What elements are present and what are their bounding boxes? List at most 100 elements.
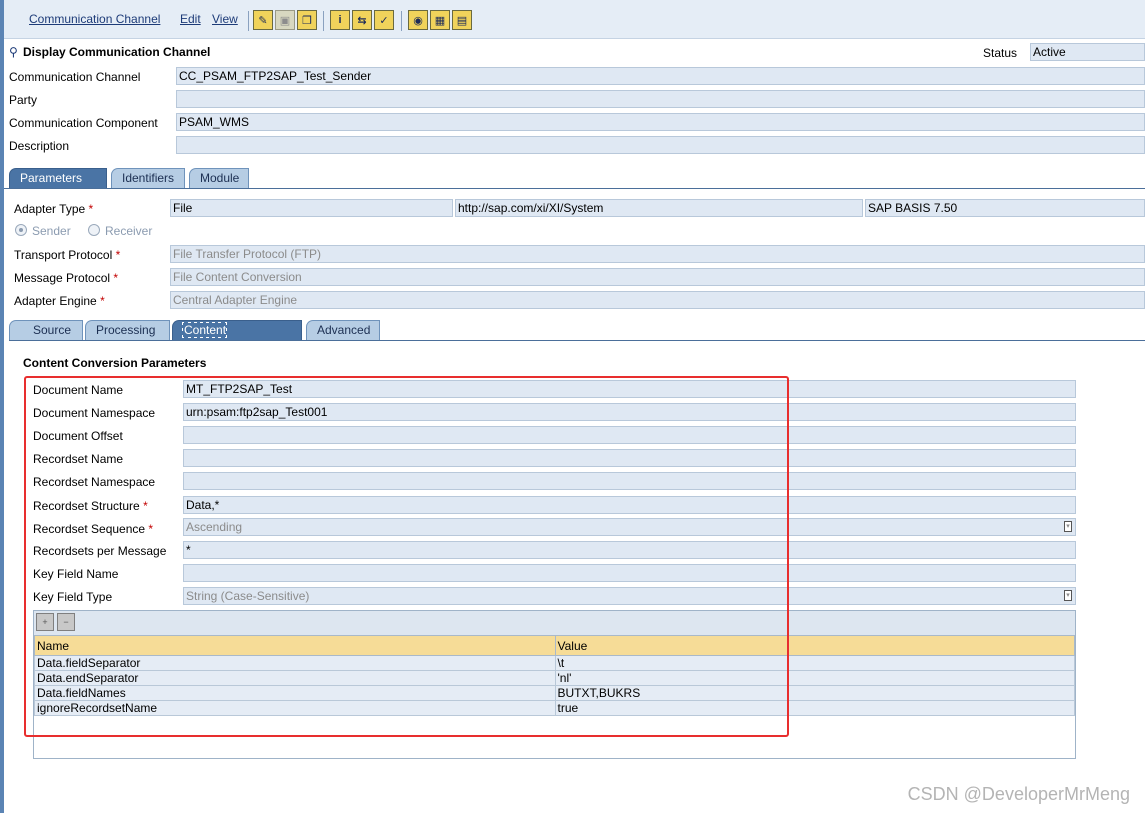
table-cell-name[interactable]: ignoreRecordsetName bbox=[34, 700, 556, 716]
key-field-type-label: Key Field Type bbox=[33, 590, 113, 604]
communication-component-field[interactable]: PSAM_WMS bbox=[176, 113, 1145, 131]
recordset-sequence-value: Ascending bbox=[186, 520, 243, 534]
recordset-structure-label-text: Recordset Structure bbox=[33, 499, 140, 513]
key-field-type-select[interactable]: String (Case-Sensitive) ▾ bbox=[183, 587, 1076, 605]
table-row[interactable]: Data.fieldNames BUTXT,BUKRS bbox=[34, 685, 1076, 701]
required-marker: * bbox=[148, 522, 154, 536]
delete-row-icon[interactable]: − bbox=[57, 613, 75, 631]
recordset-sequence-label-text: Recordset Sequence bbox=[33, 522, 146, 536]
adapter-engine-label-text: Adapter Engine bbox=[14, 294, 97, 308]
toolbar-separator bbox=[248, 11, 249, 31]
subtab-content-conversion[interactable]: Content Conversion bbox=[172, 320, 302, 357]
required-marker: * bbox=[113, 271, 119, 285]
table-cell-name[interactable]: Data.endSeparator bbox=[34, 670, 556, 686]
adapter-type-label-text: Adapter Type bbox=[14, 202, 86, 216]
required-marker: * bbox=[143, 499, 148, 513]
edit-pencil-icon[interactable]: ✎ bbox=[253, 10, 273, 30]
transport-protocol-field[interactable]: File Transfer Protocol (FTP) bbox=[170, 245, 1145, 263]
receiver-radio[interactable]: Receiver bbox=[88, 224, 152, 238]
recordset-name-field[interactable] bbox=[183, 449, 1076, 467]
history-icon[interactable]: ◉ bbox=[408, 10, 428, 30]
recordset-sequence-select[interactable]: Ascending ▾ bbox=[183, 518, 1076, 536]
column-header-name[interactable]: Name bbox=[34, 635, 556, 656]
required-marker: * bbox=[115, 248, 121, 262]
key-field-name-field[interactable] bbox=[183, 564, 1076, 582]
sender-radio-circle bbox=[15, 224, 27, 236]
key-field-type-value: String (Case-Sensitive) bbox=[186, 589, 310, 603]
table-row[interactable]: Data.fieldSeparator \t bbox=[34, 655, 1076, 671]
recordset-structure-field[interactable]: Data,* bbox=[183, 496, 1076, 514]
table-cell-value[interactable]: BUTXT,BUKRS bbox=[554, 685, 1076, 701]
tab-parameters[interactable]: Parameters bbox=[9, 168, 107, 188]
document-offset-field[interactable] bbox=[183, 426, 1076, 444]
adapter-type-label: Adapter Type * bbox=[14, 202, 93, 216]
message-protocol-label: Message Protocol * bbox=[14, 271, 118, 285]
tab-identifiers-label: Identifiers bbox=[122, 171, 175, 185]
channel-icon: ⚲ bbox=[9, 45, 18, 59]
table-cell-value[interactable]: true bbox=[554, 700, 1076, 716]
adapter-namespace-field[interactable]: http://sap.com/xi/XI/System bbox=[455, 199, 863, 217]
communication-channel-label: Communication Channel bbox=[9, 70, 141, 84]
page-title: ⚲ Display Communication Channel bbox=[9, 45, 210, 59]
subtab-advanced[interactable]: Advanced bbox=[306, 320, 380, 340]
save-icon[interactable]: ▣ bbox=[275, 10, 295, 30]
party-field[interactable] bbox=[176, 90, 1145, 108]
document-name-field[interactable]: MT_FTP2SAP_Test bbox=[183, 380, 1076, 398]
table-cell-name[interactable]: Data.fieldNames bbox=[34, 685, 556, 701]
subtabstrip-line bbox=[9, 340, 1145, 341]
sender-radio-label: Sender bbox=[32, 224, 71, 238]
subtab-source-label: Source bbox=[33, 323, 72, 337]
table-cell-value[interactable]: \t bbox=[554, 655, 1076, 671]
recordset-namespace-field[interactable] bbox=[183, 472, 1076, 490]
dropdown-icon[interactable]: ▾ bbox=[1064, 590, 1072, 601]
sender-radio[interactable]: Sender bbox=[15, 224, 71, 238]
status-field: Active bbox=[1030, 43, 1145, 61]
document-icon[interactable]: ▤ bbox=[452, 10, 472, 30]
where-used-icon[interactable]: ⇆ bbox=[352, 10, 372, 30]
adapter-release-field[interactable]: SAP BASIS 7.50 bbox=[865, 199, 1145, 217]
required-marker: * bbox=[100, 294, 105, 308]
menu-view[interactable]: View bbox=[212, 12, 238, 26]
tab-identifiers[interactable]: Identifiers bbox=[111, 168, 185, 188]
table-icon[interactable]: ▦ bbox=[430, 10, 450, 30]
recordset-sequence-label: Recordset Sequence * bbox=[33, 522, 153, 536]
info-icon[interactable]: i bbox=[330, 10, 350, 30]
tab-module[interactable]: Module bbox=[189, 168, 249, 188]
recordset-structure-label: Recordset Structure * bbox=[33, 499, 148, 513]
document-name-label: Document Name bbox=[33, 383, 124, 397]
table-toolbar: + − bbox=[34, 611, 1075, 635]
content-conversion-title: Content Conversion Parameters bbox=[23, 356, 207, 370]
menu-edit[interactable]: Edit bbox=[180, 12, 201, 26]
table-row[interactable]: ignoreRecordsetName true bbox=[34, 700, 1076, 716]
recordsets-per-message-field[interactable]: * bbox=[183, 541, 1076, 559]
copy-icon[interactable]: ❐ bbox=[297, 10, 317, 30]
message-protocol-label-text: Message Protocol bbox=[14, 271, 111, 285]
adapter-type-field[interactable]: File bbox=[170, 199, 453, 217]
column-header-value[interactable]: Value bbox=[554, 635, 1076, 656]
adapter-engine-field[interactable]: Central Adapter Engine bbox=[170, 291, 1145, 309]
subtab-processing[interactable]: Processing bbox=[85, 320, 170, 340]
insert-row-icon[interactable]: + bbox=[36, 613, 54, 631]
table-row[interactable]: Data.endSeparator 'nl' bbox=[34, 670, 1076, 686]
status-label: Status bbox=[983, 46, 1018, 60]
table-header-row: Name Value bbox=[34, 635, 1076, 656]
description-field[interactable] bbox=[176, 136, 1145, 154]
message-protocol-field[interactable]: File Content Conversion bbox=[170, 268, 1145, 286]
menu-bar: Communication Channel Edit View ✎ ▣ ❐ i … bbox=[4, 0, 1145, 39]
subtab-source[interactable]: Source bbox=[9, 320, 83, 340]
check-icon[interactable]: ✓ bbox=[374, 10, 394, 30]
subtab-advanced-label: Advanced bbox=[317, 323, 371, 337]
recordset-name-label: Recordset Name bbox=[33, 452, 124, 466]
document-offset-label: Document Offset bbox=[33, 429, 123, 443]
table-cell-name[interactable]: Data.fieldSeparator bbox=[34, 655, 556, 671]
recordset-namespace-label: Recordset Namespace bbox=[33, 475, 156, 489]
parameters-table: Name Value Data.fieldSeparator \t Data.e… bbox=[34, 635, 1076, 716]
watermark: CSDN @DeveloperMrMeng bbox=[907, 784, 1130, 804]
document-namespace-field[interactable]: urn:psam:ftp2sap_Test001 bbox=[183, 403, 1076, 421]
menu-communication-channel[interactable]: Communication Channel bbox=[29, 12, 160, 26]
dropdown-icon[interactable]: ▾ bbox=[1064, 521, 1072, 532]
subtab-content-conversion-label: Content Conversion bbox=[182, 322, 246, 357]
communication-component-label: Communication Component bbox=[9, 116, 158, 130]
communication-channel-field[interactable]: CC_PSAM_FTP2SAP_Test_Sender bbox=[176, 67, 1145, 85]
table-cell-value[interactable]: 'nl' bbox=[554, 670, 1076, 686]
